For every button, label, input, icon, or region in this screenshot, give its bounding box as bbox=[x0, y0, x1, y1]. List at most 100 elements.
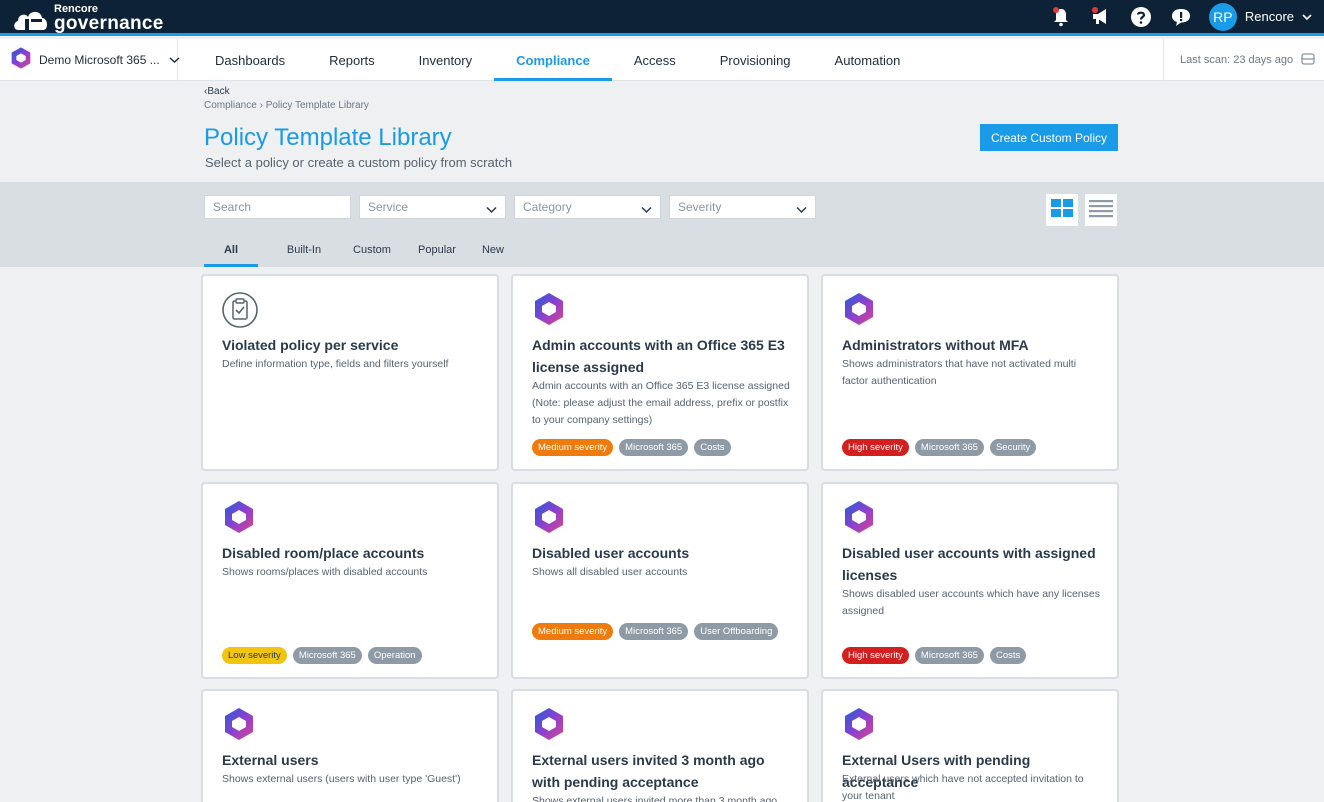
policy-card-disabled-user-accounts[interactable]: Disabled user accounts Shows all disable… bbox=[511, 482, 809, 679]
chevron-down-icon bbox=[486, 203, 497, 217]
policy-card-external-users[interactable]: External users Shows external users (use… bbox=[201, 689, 499, 802]
policy-card-description: Admin accounts with an Office 365 E3 lic… bbox=[532, 380, 790, 426]
last-scan-text: Last scan: 23 days ago bbox=[1180, 54, 1294, 66]
severity-badge: Low severity bbox=[222, 647, 287, 664]
microsoft365-icon bbox=[841, 291, 877, 327]
subtab-built-in[interactable]: Built-In bbox=[282, 240, 326, 267]
user-name[interactable]: Rencore bbox=[1245, 9, 1294, 24]
page-title: Policy Template Library bbox=[204, 124, 452, 151]
top-app-bar: Rencore governance RP Rencore bbox=[0, 0, 1324, 36]
policy-card-title: Disabled user accounts with assigned lic… bbox=[842, 545, 1096, 583]
service-badge: Microsoft 365 bbox=[914, 439, 984, 456]
breadcrumb-compliance[interactable]: Compliance bbox=[204, 100, 257, 111]
severity-badge: High severity bbox=[842, 647, 909, 664]
policy-card-disabled-users-with-licenses[interactable]: Disabled user accounts with assigned lic… bbox=[821, 482, 1119, 679]
microsoft365-icon bbox=[221, 706, 257, 742]
search-field[interactable] bbox=[204, 195, 351, 219]
back-link[interactable]: ‹Back bbox=[204, 86, 230, 97]
subtab-popular[interactable]: Popular bbox=[416, 240, 458, 267]
policy-card-tags: High severity Microsoft 365 Security bbox=[842, 439, 1104, 463]
policy-card-description: Shows all disabled user accounts bbox=[532, 566, 688, 578]
create-custom-policy-button[interactable]: Create Custom Policy bbox=[980, 124, 1118, 151]
breadcrumb: Compliance › Policy Template Library bbox=[204, 100, 369, 111]
rescan-icon[interactable] bbox=[1301, 52, 1315, 68]
policy-card-title: Administrators without MFA bbox=[842, 337, 1029, 353]
service-badge: Microsoft 365 bbox=[619, 439, 689, 456]
list-view-button[interactable] bbox=[1085, 194, 1117, 226]
grid-view-button[interactable] bbox=[1046, 194, 1078, 226]
severity-badge: Medium severity bbox=[532, 439, 614, 456]
severity-select-label: Severity bbox=[678, 200, 722, 214]
policy-card-description: External users which have not accepted i… bbox=[842, 773, 1084, 802]
user-avatar[interactable]: RP bbox=[1208, 2, 1237, 31]
severity-badge: High severity bbox=[842, 439, 909, 456]
tab-automation[interactable]: Automation bbox=[813, 39, 923, 81]
chevron-down-icon[interactable] bbox=[1302, 8, 1312, 26]
policy-card-description: Shows external users (users with user ty… bbox=[222, 773, 461, 785]
cloud-logo-icon bbox=[12, 4, 52, 32]
policy-card-tags: Medium severity Microsoft 365 User Offbo… bbox=[532, 623, 794, 647]
tenant-name: Demo Microsoft 365 ... bbox=[39, 53, 160, 67]
category-badge: Security bbox=[989, 439, 1037, 456]
last-scan-status: Last scan: 23 days ago bbox=[1163, 39, 1324, 81]
category-badge: Operation bbox=[367, 647, 422, 664]
search-input[interactable] bbox=[213, 200, 350, 214]
category-badge: Costs bbox=[694, 439, 731, 456]
policy-card-violated-policy[interactable]: Violated policy per service Define infor… bbox=[201, 274, 499, 471]
policy-card-admin-e3[interactable]: Admin accounts with an Office 365 E3 lic… bbox=[511, 274, 809, 471]
severity-badge: Medium severity bbox=[532, 623, 614, 640]
service-badge: Microsoft 365 bbox=[619, 623, 689, 640]
policy-card-description: Shows disabled user accounts which have … bbox=[842, 588, 1100, 617]
announcements-megaphone-icon[interactable] bbox=[1089, 5, 1113, 29]
policy-card-disabled-room-accounts[interactable]: Disabled room/place accounts Shows rooms… bbox=[201, 482, 499, 679]
chevron-down-icon bbox=[641, 203, 652, 217]
tab-access[interactable]: Access bbox=[612, 39, 698, 81]
policy-card-description: Shows administrators that have not activ… bbox=[842, 358, 1077, 387]
tab-inventory[interactable]: Inventory bbox=[397, 39, 494, 81]
service-badge: Microsoft 365 bbox=[914, 647, 984, 664]
policy-card-tags: Low severity Microsoft 365 Operation bbox=[222, 647, 484, 671]
policy-card-admins-without-mfa[interactable]: Administrators without MFA Shows adminis… bbox=[821, 274, 1119, 471]
tab-dashboards[interactable]: Dashboards bbox=[193, 39, 307, 81]
policy-card-title: External users bbox=[222, 752, 319, 768]
notifications-bell-icon[interactable] bbox=[1049, 5, 1073, 29]
policy-card-title: Disabled user accounts bbox=[532, 545, 690, 561]
breadcrumb-current: Policy Template Library bbox=[265, 100, 369, 111]
policy-card-description: Define information type, fields and filt… bbox=[222, 358, 449, 370]
help-icon[interactable] bbox=[1129, 5, 1153, 29]
chevron-down-icon[interactable] bbox=[169, 51, 180, 69]
subtab-custom[interactable]: Custom bbox=[352, 240, 392, 267]
policy-card-external-users-3-month[interactable]: External users invited 3 month ago with … bbox=[511, 689, 809, 802]
rencore-logo[interactable]: Rencore governance bbox=[12, 2, 164, 34]
checklist-icon bbox=[221, 291, 258, 328]
category-select[interactable]: Category bbox=[514, 195, 661, 219]
microsoft365-icon bbox=[841, 499, 877, 535]
tab-reports[interactable]: Reports bbox=[307, 39, 397, 81]
microsoft365-icon bbox=[221, 499, 257, 535]
subtab-new[interactable]: New bbox=[478, 240, 508, 267]
chevron-down-icon bbox=[796, 203, 807, 217]
main-navigation: Demo Microsoft 365 ... Dashboards Report… bbox=[0, 39, 1324, 81]
severity-select[interactable]: Severity bbox=[669, 195, 816, 219]
microsoft365-icon bbox=[531, 706, 567, 742]
microsoft365-icon bbox=[531, 499, 567, 535]
category-select-label: Category bbox=[523, 200, 572, 214]
microsoft365-icon bbox=[531, 291, 567, 327]
policy-card-external-users-pending[interactable]: External Users with pending acceptance E… bbox=[821, 689, 1119, 802]
tab-compliance[interactable]: Compliance bbox=[494, 39, 612, 81]
grid-view-icon bbox=[1050, 198, 1074, 223]
tab-provisioning[interactable]: Provisioning bbox=[698, 39, 813, 81]
feedback-icon[interactable] bbox=[1169, 5, 1193, 29]
service-select-label: Service bbox=[368, 200, 409, 214]
category-badge: User Offboarding bbox=[694, 623, 779, 640]
policy-card-title: Violated policy per service bbox=[222, 337, 399, 353]
policy-card-tags: High severity Microsoft 365 Costs bbox=[842, 647, 1104, 671]
page-subtitle: Select a policy or create a custom polic… bbox=[205, 155, 513, 170]
policy-card-title: Disabled room/place accounts bbox=[222, 545, 425, 561]
tenant-selector[interactable]: Demo Microsoft 365 ... bbox=[0, 39, 180, 81]
subtab-all[interactable]: All bbox=[204, 240, 258, 267]
service-select[interactable]: Service bbox=[359, 195, 506, 219]
policy-card-title: Admin accounts with an Office 365 E3 lic… bbox=[532, 337, 785, 375]
microsoft365-icon bbox=[841, 706, 877, 742]
policy-card-description: Shows rooms/places with disabled account… bbox=[222, 566, 428, 578]
